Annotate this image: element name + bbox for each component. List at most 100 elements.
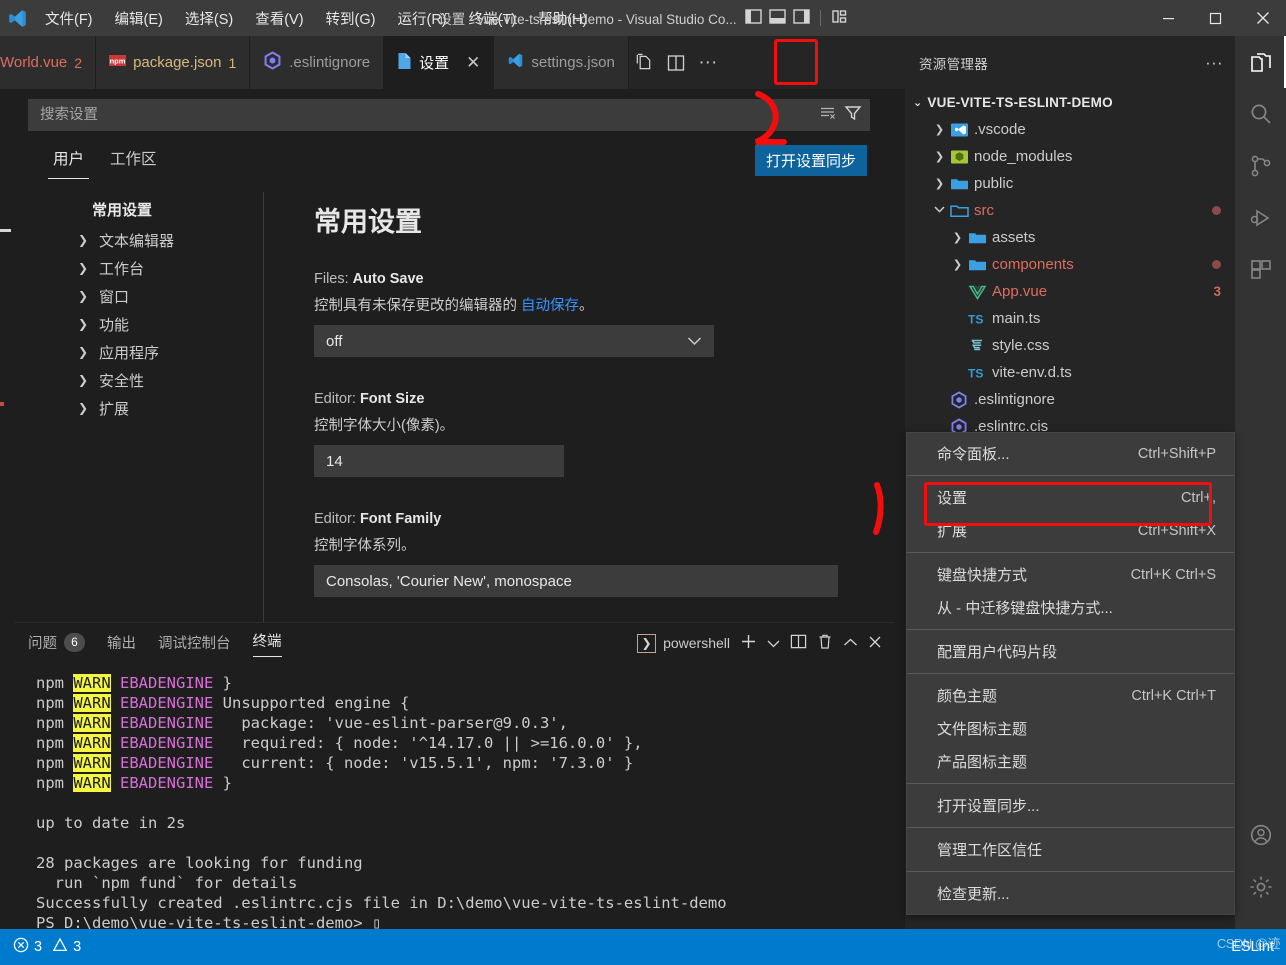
- manage-gear-icon[interactable]: [1235, 861, 1286, 913]
- toc-item-workbench[interactable]: ❯ 工作台: [48, 254, 263, 282]
- terminal-span: Successfully created .eslintrc.cjs file …: [36, 894, 727, 912]
- tab-workspace-settings[interactable]: 工作区: [105, 141, 162, 179]
- explorer-item-node-modules[interactable]: ❯ node_modules: [905, 143, 1235, 170]
- menu-terminal[interactable]: 终端(T): [458, 4, 528, 33]
- chevron-down-icon[interactable]: [767, 635, 780, 651]
- explorer-item-eslintignore[interactable]: .eslintignore: [905, 386, 1235, 413]
- menu-item-[interactable]: 文件图标主题: [907, 712, 1234, 745]
- manage-context-menu[interactable]: 命令面板... Ctrl+Shift+P 设置 Ctrl+, 扩展 Ctrl+Shift+…: [906, 432, 1235, 915]
- menu-item-[interactable]: 扩展 Ctrl+Shift+X: [907, 514, 1234, 547]
- source-control-icon[interactable]: [1235, 140, 1286, 192]
- status-problems[interactable]: 3 3: [0, 937, 81, 957]
- menu-run[interactable]: 运行(R): [386, 4, 457, 33]
- explorer-item-vite-env-d-ts[interactable]: TS vite-env.d.ts: [905, 359, 1235, 386]
- terminal-shell-chip[interactable]: ❯ powershell: [637, 633, 730, 653]
- status-right[interactable]: ESLint CSDN @迹: [1217, 936, 1286, 955]
- menu-bar[interactable]: 文件(F) 编辑(E) 选择(S) 查看(V) 转到(G) 运行(R) 终端(T…: [34, 4, 598, 33]
- menu-selection[interactable]: 选择(S): [174, 4, 244, 33]
- menu-item-[interactable]: 打开设置同步...: [907, 789, 1234, 822]
- more-actions-icon[interactable]: ···: [693, 48, 723, 78]
- menu-go[interactable]: 转到(G): [315, 4, 387, 33]
- tab-package-json[interactable]: npm package.json 1: [96, 36, 251, 89]
- layout-controls[interactable]: [744, 9, 848, 27]
- search-action-icons[interactable]: [819, 104, 862, 127]
- tab-eslintignore[interactable]: .eslintignore: [250, 36, 385, 89]
- explorer-item-app-vue[interactable]: App.vue 3: [905, 278, 1235, 305]
- toggle-panel-icon[interactable]: [768, 9, 786, 27]
- toc-item-text-editor[interactable]: ❯ 文本编辑器: [48, 226, 263, 254]
- menu-edit[interactable]: 编辑(E): [104, 4, 174, 33]
- terminal-output[interactable]: npm WARN EBADENGINE } npm WARN EBADENGINE…: [14, 663, 894, 932]
- chevron-down-icon: [687, 333, 702, 350]
- window-controls[interactable]: [1145, 0, 1286, 36]
- toc-item-window[interactable]: ❯ 窗口: [48, 282, 263, 310]
- font-size-input[interactable]: 14: [314, 445, 564, 477]
- menu-separator: [907, 673, 1234, 674]
- settings-file-icon: [397, 52, 412, 74]
- search-icon[interactable]: [1235, 88, 1286, 140]
- explorer-icon[interactable]: [1235, 36, 1286, 88]
- explorer-item-components[interactable]: ❯ components: [905, 251, 1235, 278]
- toggle-primary-sidebar-icon[interactable]: [744, 9, 762, 27]
- menu-item-[interactable]: 颜色主题 Ctrl+K Ctrl+T: [907, 679, 1234, 712]
- panel-tab-problems[interactable]: 问题 6: [28, 632, 85, 655]
- split-terminal-icon[interactable]: [790, 633, 807, 653]
- filter-icon[interactable]: [844, 104, 862, 127]
- toc-item-extensions[interactable]: ❯ 扩展: [48, 394, 263, 422]
- extensions-icon[interactable]: [1235, 244, 1286, 296]
- menu-item-[interactable]: 设置 Ctrl+,: [907, 481, 1234, 514]
- menu-help[interactable]: 帮助(H): [527, 4, 598, 33]
- open-settings-sync-button[interactable]: 打开设置同步: [755, 145, 868, 176]
- more-actions-icon[interactable]: ···: [1205, 53, 1223, 73]
- panel-actions[interactable]: ❯ powershell: [637, 633, 894, 653]
- menu-item-[interactable]: 键盘快捷方式 Ctrl+K Ctrl+S: [907, 558, 1234, 591]
- menu-item-[interactable]: 命令面板... Ctrl+Shift+P: [907, 437, 1234, 470]
- tab-settings[interactable]: 设置 ✕: [384, 36, 495, 89]
- explorer-item-public[interactable]: ❯ public: [905, 170, 1235, 197]
- explorer-item-src[interactable]: src: [905, 197, 1235, 224]
- auto-save-select[interactable]: off: [314, 325, 714, 357]
- menu-item-[interactable]: 产品图标主题: [907, 745, 1234, 778]
- panel-tab-debug-console[interactable]: 调试控制台: [158, 632, 231, 655]
- font-family-input[interactable]: Consolas, 'Courier New', monospace: [314, 565, 838, 597]
- panel-tab-terminal[interactable]: 终端: [252, 630, 282, 657]
- desc-link[interactable]: 自动保存: [521, 298, 579, 314]
- explorer-item-main-ts[interactable]: TS main.ts: [905, 305, 1235, 332]
- menu-item-[interactable]: 从 - 中迁移键盘快捷方式...: [907, 591, 1234, 624]
- tab-world-vue[interactable]: World.vue 2: [0, 36, 97, 89]
- menu-file[interactable]: 文件(F): [34, 4, 104, 33]
- explorer-root-folder[interactable]: ⌄ VUE-VITE-TS-ESLINT-DEMO: [905, 89, 1235, 116]
- clear-filters-icon[interactable]: [819, 104, 837, 127]
- explorer-item-style-css[interactable]: style.css: [905, 332, 1235, 359]
- new-terminal-icon[interactable]: [740, 633, 757, 653]
- menu-item-[interactable]: 配置用户代码片段: [907, 635, 1234, 668]
- run-and-debug-icon[interactable]: [1235, 192, 1286, 244]
- tab-settings-json[interactable]: settings.json: [494, 36, 629, 89]
- panel-tab-output[interactable]: 输出: [107, 632, 136, 655]
- explorer-item-assets[interactable]: ❯ assets: [905, 224, 1235, 251]
- close-button[interactable]: [1239, 0, 1286, 36]
- close-panel-icon[interactable]: [868, 635, 882, 652]
- tab-close-icon[interactable]: ✕: [466, 53, 480, 73]
- minimize-button[interactable]: [1145, 0, 1192, 36]
- toc-item-application[interactable]: ❯ 应用程序: [48, 338, 263, 366]
- eslint-icon: [263, 51, 282, 74]
- toggle-secondary-sidebar-icon[interactable]: [792, 9, 810, 27]
- toc-item-security[interactable]: ❯ 安全性: [48, 366, 263, 394]
- menu-item-[interactable]: 管理工作区信任: [907, 833, 1234, 866]
- explorer-item-vscode[interactable]: ❯ .vscode: [905, 116, 1235, 143]
- accounts-icon[interactable]: [1235, 809, 1286, 861]
- menu-view[interactable]: 查看(V): [244, 4, 314, 33]
- menu-item-[interactable]: 检查更新...: [907, 877, 1234, 910]
- tab-user-settings[interactable]: 用户: [48, 141, 90, 179]
- toc-item-features[interactable]: ❯ 功能: [48, 310, 263, 338]
- search-input[interactable]: [28, 99, 870, 131]
- maximize-button[interactable]: [1192, 0, 1239, 36]
- customize-layout-icon[interactable]: [831, 9, 848, 27]
- kill-terminal-icon[interactable]: [817, 633, 833, 653]
- open-changes-icon[interactable]: [629, 48, 659, 78]
- settings-scope-tabs[interactable]: 用户 工作区: [48, 141, 178, 179]
- editor-actions[interactable]: ···: [629, 36, 729, 89]
- maximize-panel-icon[interactable]: [843, 635, 858, 651]
- split-editor-icon[interactable]: [661, 48, 691, 78]
